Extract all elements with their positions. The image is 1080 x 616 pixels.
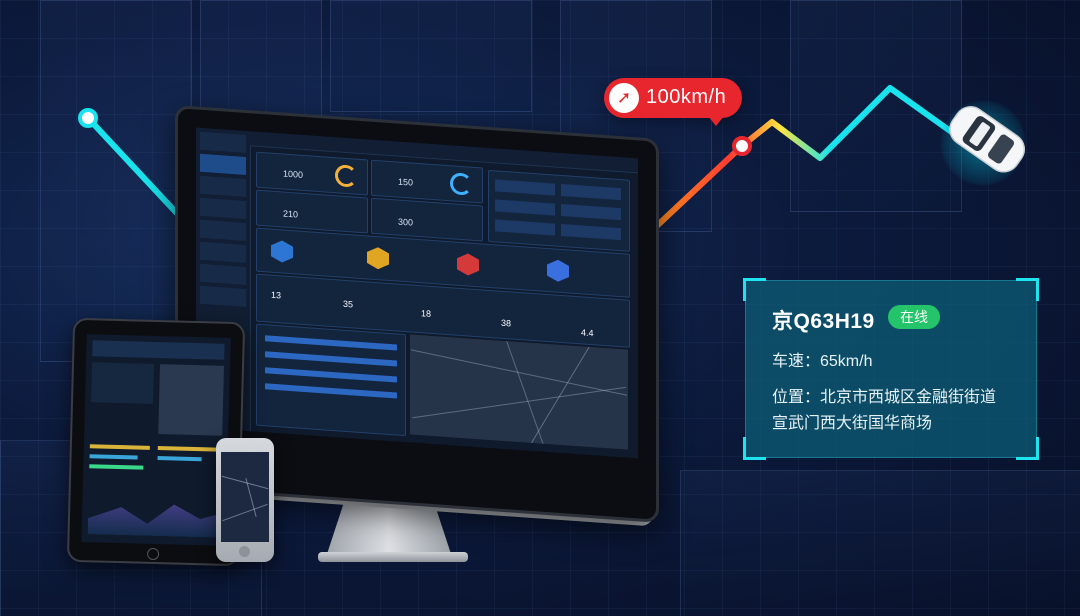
map-road — [529, 345, 591, 446]
map-view[interactable] — [410, 334, 628, 450]
map-road — [222, 503, 268, 522]
summary-cell — [495, 219, 555, 236]
alert-list-tile — [256, 323, 406, 437]
panel-corner — [1016, 278, 1039, 301]
stat-hex — [547, 259, 569, 283]
tablet-home-button[interactable] — [146, 547, 160, 561]
progress-ring — [335, 164, 357, 188]
list-item[interactable] — [265, 367, 397, 383]
route-current-point — [732, 136, 752, 156]
stat-hex — [271, 240, 293, 264]
tablet-area-chart — [88, 494, 221, 537]
stat-hex — [457, 253, 479, 277]
stat-value: 300 — [398, 216, 414, 228]
phone-map-screen[interactable] — [221, 452, 269, 542]
count-value: 18 — [421, 308, 432, 319]
sidebar-item[interactable] — [200, 197, 246, 219]
tablet-bar — [157, 446, 218, 452]
vehicle-speed: 车速：65km/h — [772, 353, 873, 370]
count-value: 13 — [271, 289, 282, 301]
stat-tile: 1000 — [256, 151, 368, 196]
summary-cell — [561, 223, 621, 241]
vehicle-location-detail: 宣武门西大街国华商场 — [772, 415, 933, 432]
tablet-bar — [89, 444, 150, 450]
progress-ring — [450, 172, 472, 196]
summary-cell — [561, 203, 621, 221]
summary-cell — [495, 179, 555, 196]
list-item[interactable] — [265, 351, 397, 367]
count-value: 4.4 — [581, 327, 594, 339]
map-road — [410, 349, 628, 396]
stat-tile: 210 — [256, 189, 368, 234]
stat-value: 210 — [283, 208, 299, 220]
sidebar-item-active[interactable] — [200, 153, 246, 175]
stat-tile: 300 — [371, 197, 483, 242]
tablet-bar — [157, 456, 202, 462]
sidebar-item[interactable] — [200, 263, 246, 285]
panel-corner — [1016, 437, 1039, 460]
background-scene: ➚ 100km/h 京Q63H19 在线 车速：65km/h 位置：北京市西城区… — [0, 0, 1080, 616]
map-road — [498, 334, 552, 450]
sidebar-item[interactable] — [200, 241, 246, 263]
desktop-monitor: 1000 150 210 300 13 35 18 38 4.4 — [175, 105, 665, 527]
stat-value: 1000 — [283, 168, 304, 180]
phone-home-button[interactable] — [239, 546, 250, 557]
tablet-bar — [89, 464, 144, 470]
route-start-point — [78, 108, 98, 128]
vehicle-location: 位置：北京市西城区金融街街道 — [772, 389, 997, 406]
phone-device — [216, 438, 274, 562]
vehicle-info-panel[interactable]: 京Q63H19 在线 车速：65km/h 位置：北京市西城区金融街街道 宣武门西… — [743, 278, 1039, 460]
tablet-bar — [89, 454, 138, 460]
map-road — [412, 386, 626, 419]
panel-corner — [743, 437, 766, 460]
dashboard-screen[interactable]: 1000 150 210 300 13 35 18 38 4.4 — [196, 127, 638, 459]
sidebar-item[interactable] — [200, 131, 246, 153]
count-value: 35 — [343, 298, 354, 310]
sidebar-item[interactable] — [200, 175, 246, 197]
stat-tile: 150 — [371, 159, 483, 204]
summary-cell — [561, 183, 621, 201]
tablet-panel — [91, 362, 155, 404]
list-item[interactable] — [265, 335, 397, 351]
vehicle-plate: 京Q63H19 — [772, 310, 875, 333]
car-icon[interactable] — [924, 92, 1044, 192]
stat-value: 150 — [398, 176, 414, 188]
count-value: 38 — [501, 317, 512, 329]
monitor-base — [318, 552, 468, 562]
panel-corner — [743, 278, 766, 301]
status-badge: 在线 — [888, 305, 940, 329]
route-segment — [85, 115, 188, 225]
summary-tile — [488, 169, 630, 252]
tablet-screen[interactable] — [81, 334, 231, 546]
list-item[interactable] — [265, 383, 397, 399]
stat-hex — [367, 246, 389, 270]
tablet-map — [158, 364, 225, 436]
summary-cell — [495, 199, 555, 216]
tablet-header — [92, 340, 225, 360]
sidebar-item[interactable] — [200, 219, 246, 241]
sidebar-item[interactable] — [200, 285, 246, 307]
